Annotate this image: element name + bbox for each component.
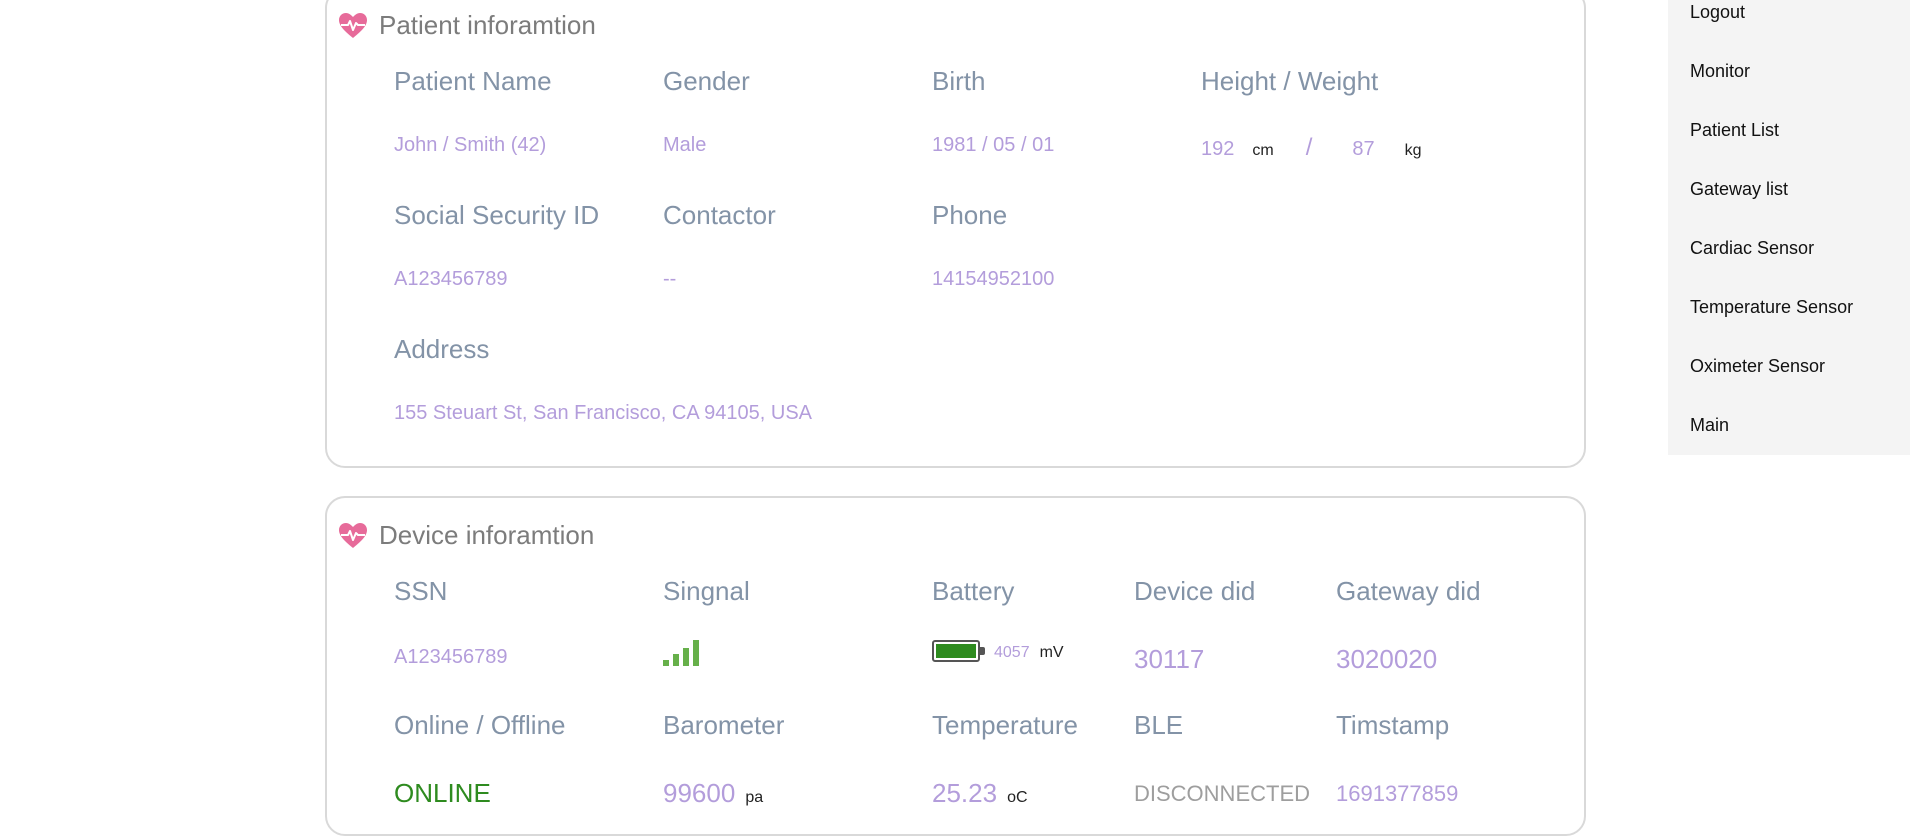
barometer-value-group: 99600 pa [663, 778, 763, 809]
heart-pulse-icon [339, 12, 367, 38]
battery-label: Battery [932, 576, 1015, 606]
temperature-value: 25.23 [932, 778, 998, 808]
menu-item-oximeter-sensor[interactable]: Oximeter Sensor [1690, 356, 1825, 377]
patient-info-card: Patient inforamtion Patient Name Gender … [325, 0, 1586, 468]
birth-value: 1981 / 05 / 01 [932, 134, 1055, 156]
barometer-value: 99600 [663, 778, 736, 808]
device-card-title: Device inforamtion [379, 520, 595, 550]
battery-mv-value: 4057 [994, 644, 1030, 661]
menu-item-main[interactable]: Main [1690, 415, 1729, 436]
device-info-card: Device inforamtion SSN Singnal Battery D… [325, 496, 1586, 836]
menu-item-monitor[interactable]: Monitor [1690, 61, 1750, 82]
device-card-header: Device inforamtion [339, 520, 594, 551]
height-weight-label: Height / Weight [1201, 66, 1379, 96]
online-status-value: ONLINE [394, 778, 491, 808]
barometer-label: Barometer [663, 710, 785, 740]
weight-value: 87 [1352, 138, 1375, 160]
menu-item-cardiac-sensor[interactable]: Cardiac Sensor [1690, 238, 1814, 259]
temperature-label: Temperature [932, 710, 1078, 740]
heart-pulse-icon [339, 522, 367, 548]
patient-name-label: Patient Name [394, 66, 552, 96]
temperature-value-group: 25.23 oC [932, 778, 1028, 809]
ssn-value: A123456789 [394, 646, 508, 668]
patient-card-header: Patient inforamtion [339, 10, 596, 41]
temperature-unit: oC [1007, 789, 1028, 806]
menu-item-logout[interactable]: Logout [1690, 2, 1745, 23]
ssid-label: Social Security ID [394, 200, 600, 230]
gateway-did-label: Gateway did [1336, 576, 1481, 606]
menu-item-patient-list[interactable]: Patient List [1690, 120, 1779, 141]
device-did-value: 30117 [1134, 644, 1205, 674]
ssn-label: SSN [394, 576, 448, 606]
ssid-value: A123456789 [394, 268, 508, 290]
patient-card-title: Patient inforamtion [379, 10, 596, 40]
contactor-value: -- [663, 268, 677, 290]
device-did-label: Device did [1134, 576, 1256, 606]
menu-item-temperature-sensor[interactable]: Temperature Sensor [1690, 297, 1853, 318]
signal-bar [673, 654, 679, 666]
gender-label: Gender [663, 66, 750, 96]
address-value: 155 Steuart St, San Francisco, CA 94105,… [394, 402, 813, 424]
signal-bar [663, 660, 669, 666]
sidebar-menu: Logout Monitor Patient List Gateway list… [1668, 0, 1910, 455]
battery-status: 4057 mV [932, 640, 1064, 662]
weight-unit: kg [1404, 142, 1422, 159]
patient-name-value: John / Smith (42) [394, 134, 547, 156]
address-label: Address [394, 334, 490, 364]
phone-label: Phone [932, 200, 1008, 230]
gender-value: Male [663, 134, 707, 156]
height-unit: cm [1252, 142, 1274, 159]
signal-bars-icon [663, 640, 699, 666]
timestamp-value: 1691377859 [1336, 781, 1459, 806]
height-weight-value: 192 cm / 87 kg [1201, 134, 1422, 162]
barometer-unit: pa [745, 789, 764, 806]
contactor-label: Contactor [663, 200, 776, 230]
ble-status-value: DISCONNECTED [1134, 781, 1311, 806]
battery-icon [932, 640, 985, 662]
ble-label: BLE [1134, 710, 1184, 740]
online-offline-label: Online / Offline [394, 710, 566, 740]
signal-bar [693, 640, 699, 666]
phone-value: 14154952100 [932, 268, 1055, 290]
menu-item-gateway-list[interactable]: Gateway list [1690, 179, 1788, 200]
birth-label: Birth [932, 66, 986, 96]
battery-level-fill [936, 644, 976, 658]
battery-unit: mV [1039, 644, 1064, 661]
height-weight-separator: / [1305, 134, 1313, 161]
timestamp-label: Timstamp [1336, 710, 1450, 740]
signal-label: Singnal [663, 576, 750, 606]
signal-bar [683, 648, 689, 666]
height-value: 192 [1201, 138, 1235, 160]
gateway-did-value: 3020020 [1336, 644, 1438, 674]
signal-strength [663, 640, 699, 666]
